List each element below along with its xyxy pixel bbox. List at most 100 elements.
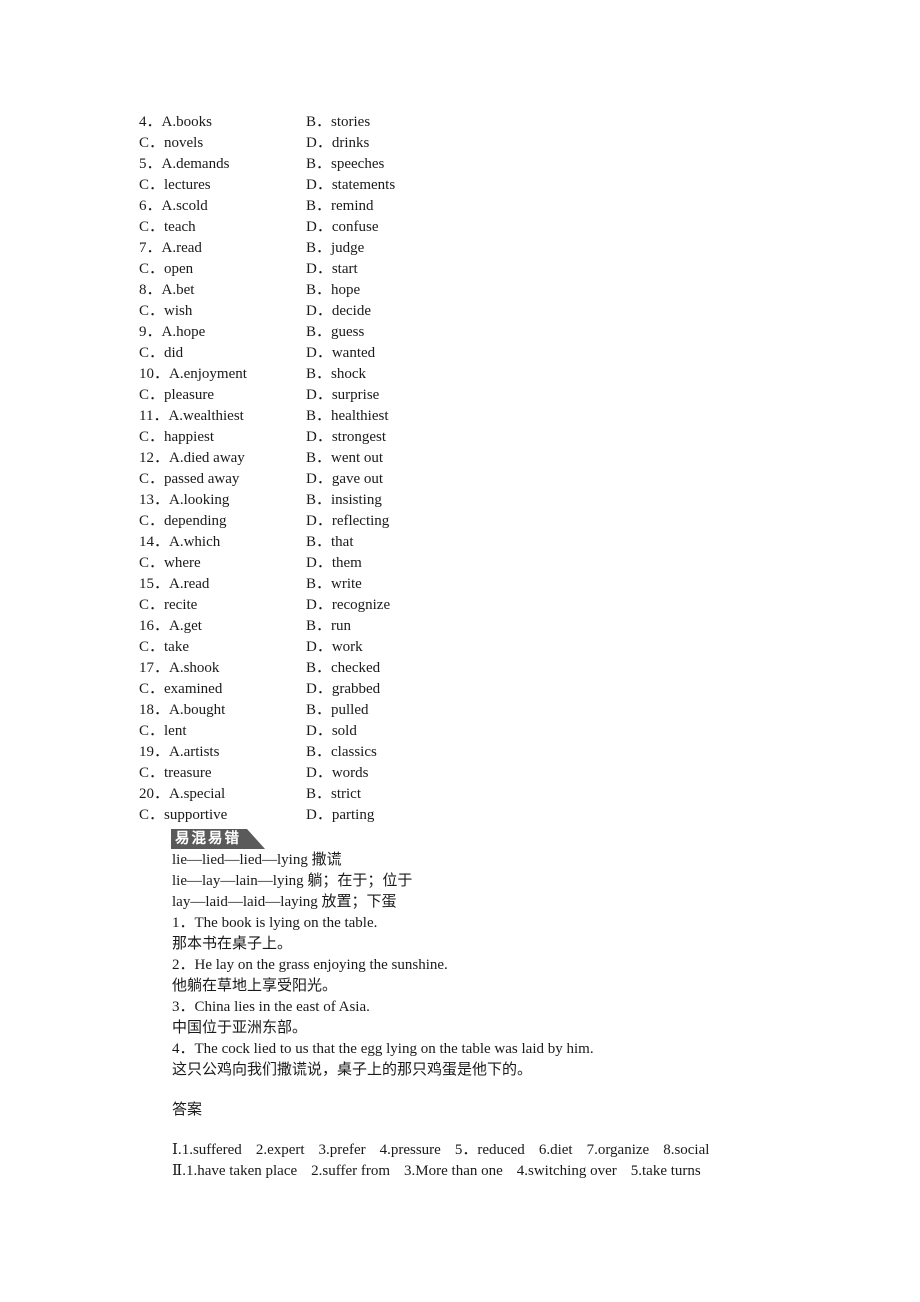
- option-right: B．remind: [306, 198, 374, 214]
- option-right: D．start: [306, 261, 358, 277]
- option-right: B．pulled: [306, 702, 369, 718]
- option-right: B．speeches: [306, 156, 385, 172]
- option-left: C．lent: [139, 723, 187, 739]
- option-left: C．recite: [139, 597, 198, 613]
- option-right: D．grabbed: [306, 681, 381, 697]
- option-left: 9．A.hope: [139, 324, 206, 340]
- option-right: D．recognize: [306, 597, 391, 613]
- answer-item: 4.switching over: [516, 1163, 617, 1179]
- option-right: B．went out: [306, 450, 384, 466]
- option-left: C．open: [139, 261, 194, 277]
- option-right: D．drinks: [306, 135, 370, 151]
- answer-item: 4.pressure: [379, 1142, 441, 1158]
- example-chinese: 中国位于亚洲东部。: [172, 1020, 308, 1036]
- example-chinese: 那本书在桌子上。: [172, 936, 293, 952]
- option-left: 18．A.bought: [139, 702, 226, 718]
- option-left: 15．A.read: [139, 576, 210, 592]
- option-row: 17．A.shook B．checked: [139, 658, 639, 679]
- option-left: C．novels: [139, 135, 204, 151]
- option-left: 6．A.scold: [139, 198, 208, 214]
- option-right: B．run: [306, 618, 352, 634]
- option-left: C．lectures: [139, 177, 211, 193]
- option-row: 6．A.scold B．remind: [139, 196, 639, 217]
- option-row: 15．A.read B．write: [139, 574, 639, 595]
- option-row: 12．A.died away B．went out: [139, 448, 639, 469]
- option-row: C．did D．wanted: [139, 343, 639, 364]
- option-right: B．stories: [306, 114, 371, 130]
- option-row: C．passed away D．gave out: [139, 469, 639, 490]
- answer-item: 7.organize: [586, 1142, 650, 1158]
- option-left: C．did: [139, 345, 184, 361]
- answer-item: 5.take turns: [630, 1163, 701, 1179]
- answers-part2-label: Ⅱ.: [172, 1163, 186, 1179]
- option-row: 11．A.wealthiest B．healthiest: [139, 406, 639, 427]
- answers-part1: Ⅰ.1.suffered 2.expert 3.prefer 4.pressure 5．…: [172, 1140, 723, 1161]
- option-left: C．depending: [139, 513, 227, 529]
- option-right: D．strongest: [306, 429, 386, 445]
- option-right: D．wanted: [306, 345, 376, 361]
- answers-part2: Ⅱ.1.have taken place 2.suffer from 3.More …: [172, 1161, 715, 1182]
- option-right: D．them: [306, 555, 362, 571]
- option-row: C．teach D．confuse: [139, 217, 639, 238]
- answer-item: 3.prefer: [318, 1142, 366, 1158]
- option-left: C．passed away: [139, 471, 240, 487]
- option-right: B．shock: [306, 366, 367, 382]
- option-left: 5．A.demands: [139, 156, 230, 172]
- answer-item: 6.diet: [538, 1142, 573, 1158]
- example-english: 2．He lay on the grass enjoying the sunsh…: [172, 957, 448, 973]
- option-row: 18．A.bought B．pulled: [139, 700, 639, 721]
- option-left: 19．A.artists: [139, 744, 220, 760]
- answer-item: 8.social: [663, 1142, 710, 1158]
- option-left: 11．A.wealthiest: [139, 408, 244, 424]
- word-form-line: lie—lay—lain—lying 躺；在于；位于: [172, 873, 413, 889]
- option-row: C．examined D．grabbed: [139, 679, 639, 700]
- example-chinese: 他躺在草地上享受阳光。: [172, 978, 338, 994]
- option-left: C．pleasure: [139, 387, 214, 403]
- option-left: 17．A.shook: [139, 660, 220, 676]
- example-english: 1．The book is lying on the table.: [172, 915, 378, 931]
- option-right: D．confuse: [306, 219, 379, 235]
- option-left: C．wish: [139, 303, 193, 319]
- option-row: C．take D．work: [139, 637, 639, 658]
- answer-item: 2.suffer from: [311, 1163, 391, 1179]
- option-row: C．where D．them: [139, 553, 639, 574]
- option-right: B．hope: [306, 282, 361, 298]
- option-right: D．reflecting: [306, 513, 390, 529]
- option-row: 5．A.demands B．speeches: [139, 154, 639, 175]
- option-left: C．teach: [139, 219, 196, 235]
- option-right: B．judge: [306, 240, 365, 256]
- option-right: B．insisting: [306, 492, 382, 508]
- option-left: C．treasure: [139, 765, 212, 781]
- option-left: C．supportive: [139, 807, 228, 823]
- option-row: 4．A.books B．stories: [139, 112, 639, 133]
- option-row: C．depending D．reflecting: [139, 511, 639, 532]
- word-form-line: lay—laid—laid—laying 放置；下蛋: [172, 894, 397, 910]
- option-row: 8．A.bet B．hope: [139, 280, 639, 301]
- option-left: 8．A.bet: [139, 282, 195, 298]
- option-row: C．wish D．decide: [139, 301, 639, 322]
- confusables-badge: 易混易错: [171, 829, 265, 849]
- document-page: 4．A.books B．stories C．novels D．drinks 5．A.de…: [0, 0, 920, 1302]
- example-english: 3．China lies in the east of Asia.: [172, 999, 370, 1015]
- option-right: B．strict: [306, 786, 361, 802]
- option-row: C．pleasure D．surprise: [139, 385, 639, 406]
- option-row: C．lent D．sold: [139, 721, 639, 742]
- option-left: 16．A.get: [139, 618, 202, 634]
- answer-item: 3.More than one: [404, 1163, 503, 1179]
- option-left: 7．A.read: [139, 240, 202, 256]
- option-left: C．examined: [139, 681, 223, 697]
- option-left: 13．A.looking: [139, 492, 230, 508]
- option-left: C．take: [139, 639, 189, 655]
- option-left: 10．A.enjoyment: [139, 366, 247, 382]
- badge-label: 易混易错: [175, 831, 241, 847]
- option-right: B．guess: [306, 324, 365, 340]
- option-row: 13．A.looking B．insisting: [139, 490, 639, 511]
- option-row: 10．A.enjoyment B．shock: [139, 364, 639, 385]
- option-row: 14．A.which B．that: [139, 532, 639, 553]
- option-row: C．open D．start: [139, 259, 639, 280]
- answer-item: 1.have taken place: [185, 1163, 298, 1179]
- option-row: C．supportive D．parting: [139, 805, 639, 826]
- option-left: 4．A.books: [139, 114, 212, 130]
- example-chinese: 这只公鸡向我们撒谎说，桌子上的那只鸡蛋是他下的。: [172, 1062, 533, 1078]
- answer-item: 2.expert: [255, 1142, 305, 1158]
